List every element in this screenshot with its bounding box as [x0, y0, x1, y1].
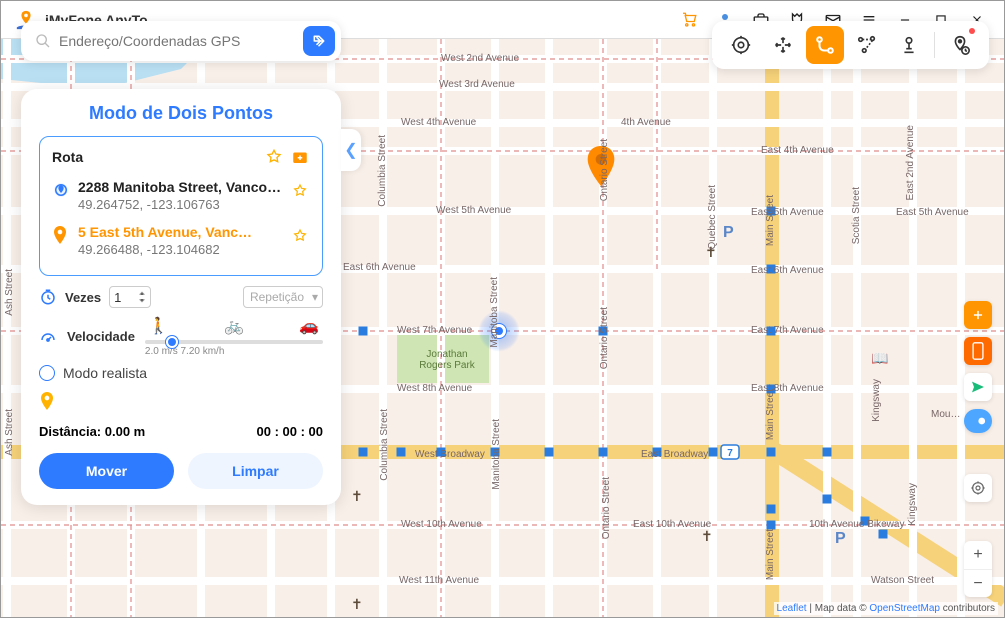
- times-stepper[interactable]: 1: [109, 286, 151, 308]
- end-address: 5 East 5th Avenue, Vanc…: [78, 224, 284, 240]
- star-start-icon[interactable]: [292, 183, 310, 204]
- repeat-select[interactable]: Repetição: [243, 286, 323, 308]
- svg-text:📖: 📖: [871, 350, 888, 366]
- history-mode-button[interactable]: [941, 26, 979, 64]
- time-status: 00 : 00 : 00: [257, 424, 324, 439]
- add-location-widget[interactable]: [964, 301, 992, 329]
- zoom-in-button[interactable]: +: [964, 541, 992, 569]
- shop-icon[interactable]: [676, 7, 702, 33]
- car-mode-icon[interactable]: 🚗: [299, 316, 319, 336]
- favorite-route-icon[interactable]: [264, 147, 284, 167]
- two-spot-panel: ❮ Modo de Dois Pontos Rota 2288 Manitoba…: [21, 89, 341, 505]
- speed-label: Velocidade: [67, 329, 135, 344]
- realistic-label: Modo realista: [63, 365, 147, 381]
- map-attribution: Leaflet | Map data © OpenStreetMap contr…: [774, 602, 998, 615]
- multi-spot-mode-button[interactable]: [848, 26, 886, 64]
- start-pin-icon: [52, 181, 70, 204]
- star-end-icon[interactable]: [292, 228, 310, 249]
- walk-mode-icon[interactable]: 🚶: [149, 316, 169, 336]
- panel-title: Modo de Dois Pontos: [39, 103, 323, 124]
- search-icon: [35, 33, 51, 49]
- svg-text:✝: ✝: [351, 488, 363, 504]
- jump-mode-button[interactable]: [764, 26, 802, 64]
- route-end-point: 5 East 5th Avenue, Vanc… 49.266488, -123…: [52, 218, 310, 263]
- start-coords: 49.264752, -123.106763: [78, 197, 284, 212]
- svg-text:P: P: [723, 224, 734, 241]
- svg-text:P: P: [835, 530, 846, 547]
- zoom-control: + −: [964, 541, 992, 597]
- gauge-icon: [39, 328, 57, 346]
- send-widget[interactable]: [964, 373, 992, 401]
- timer-icon: [39, 288, 57, 306]
- two-spot-mode-button[interactable]: [806, 26, 844, 64]
- times-label: Vezes: [65, 290, 101, 305]
- end-coords: 49.266488, -123.104682: [78, 242, 284, 257]
- side-widgets: [964, 301, 992, 433]
- start-address: 2288 Manitoba Street, Vanco…: [78, 179, 284, 195]
- search-input[interactable]: [59, 33, 295, 49]
- clear-button[interactable]: Limpar: [188, 453, 323, 489]
- svg-text:✝: ✝: [701, 528, 713, 544]
- search-box: [21, 21, 341, 61]
- realistic-radio[interactable]: [39, 365, 55, 381]
- svg-text:✝: ✝: [705, 244, 717, 260]
- zoom-out-button[interactable]: −: [964, 569, 992, 597]
- leaflet-link[interactable]: Leaflet: [777, 603, 807, 614]
- destination-pin-icon[interactable]: [585, 146, 617, 191]
- recenter-button[interactable]: [964, 474, 992, 502]
- route-box: Rota 2288 Manitoba Street, Vanco… 49.264…: [39, 136, 323, 276]
- mode-toolbar: [712, 21, 989, 69]
- joystick-mode-button[interactable]: [890, 26, 928, 64]
- search-go-button[interactable]: [303, 26, 335, 56]
- speed-slider[interactable]: [145, 340, 323, 344]
- panel-collapse-button[interactable]: ❮: [341, 129, 361, 171]
- teleport-mode-button[interactable]: [722, 26, 760, 64]
- route-start-point: 2288 Manitoba Street, Vanco… 49.264752, …: [52, 173, 310, 218]
- bike-mode-icon[interactable]: 🚲: [224, 316, 244, 336]
- distance-status: Distância: 0.00 m: [39, 424, 145, 439]
- device-widget[interactable]: [964, 337, 992, 365]
- route-label: Rota: [52, 149, 258, 165]
- end-pin-icon: [52, 226, 70, 251]
- svg-text:✝: ✝: [351, 596, 363, 612]
- save-route-icon[interactable]: [290, 147, 310, 167]
- osm-link[interactable]: OpenStreetMap: [869, 603, 940, 614]
- move-button[interactable]: Mover: [39, 453, 174, 489]
- flag-pin-icon: [39, 391, 55, 413]
- svg-text:7: 7: [727, 448, 733, 459]
- toggle-widget[interactable]: [964, 409, 992, 433]
